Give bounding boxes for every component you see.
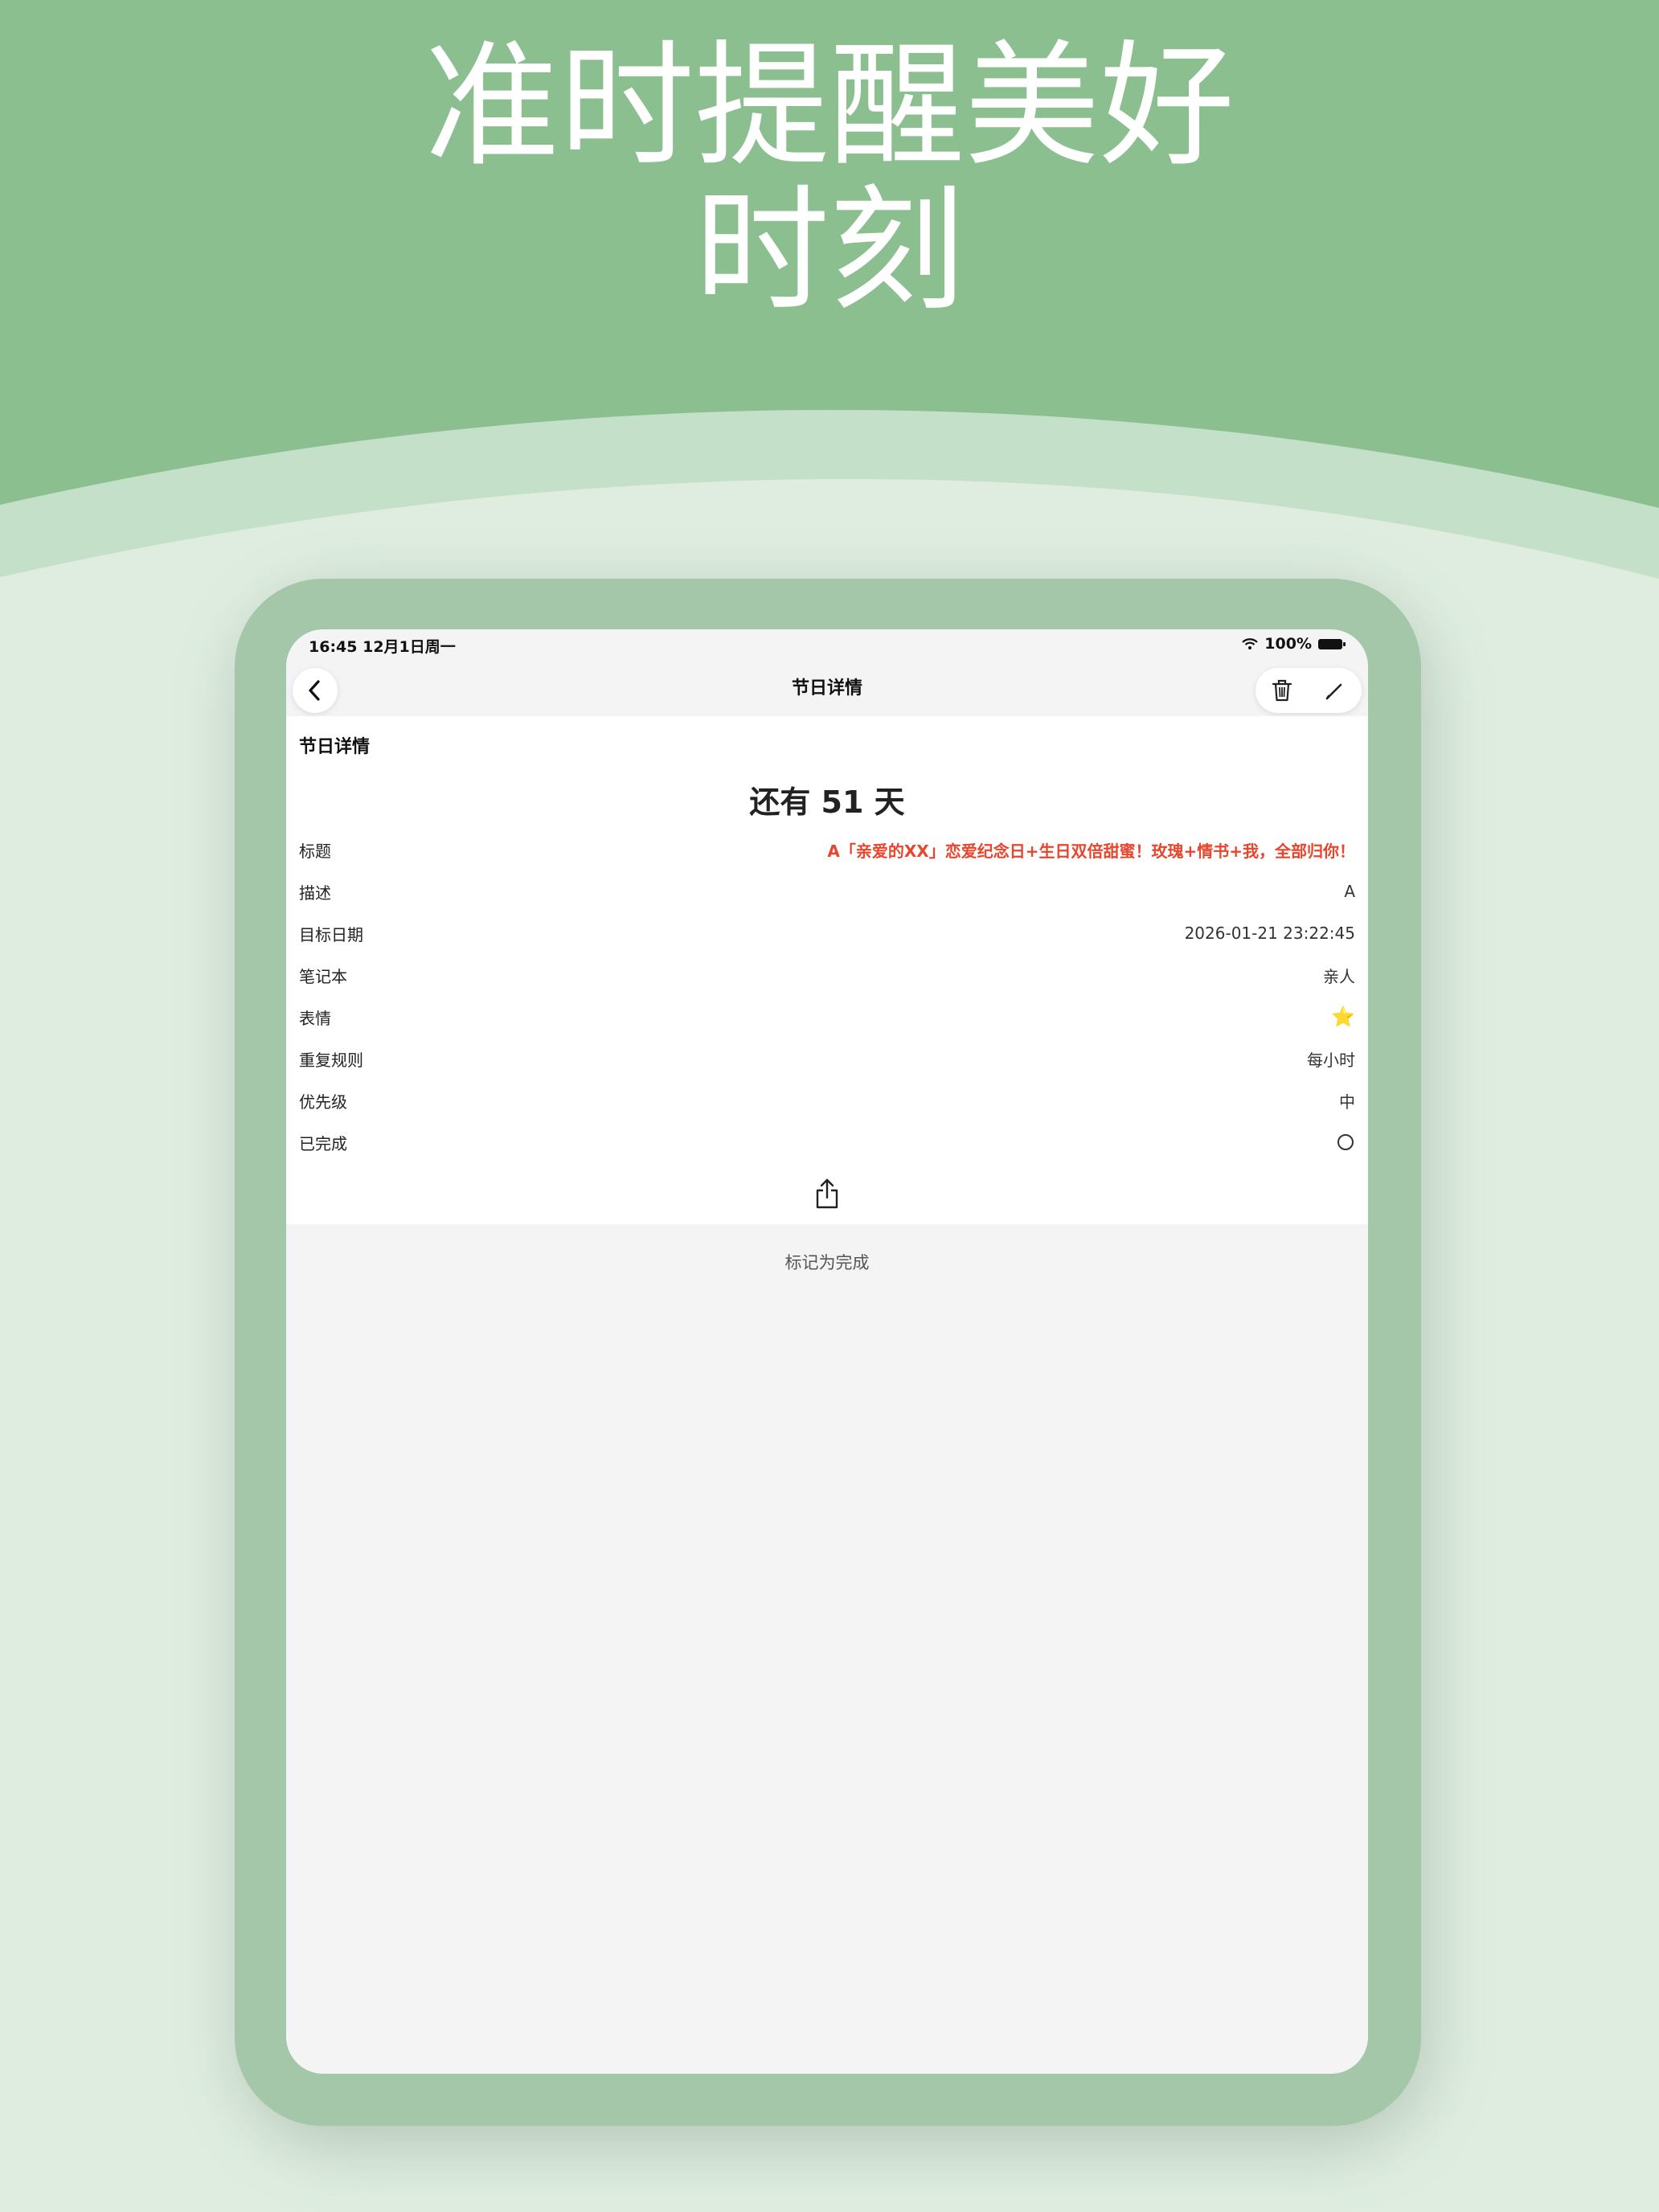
- row-value-target-date: 2026-01-21 23:22:45: [1184, 924, 1355, 943]
- headline: 准时提醒美好 时刻: [0, 34, 1659, 323]
- row-label: 笔记本: [299, 966, 347, 986]
- row-value-title: A「亲爱的XX」恋爱纪念日+生日双倍甜蜜！玫瑰+情书+我，全部归你！: [827, 841, 1355, 861]
- row-label: 标题: [299, 841, 331, 861]
- back-button[interactable]: [293, 668, 338, 713]
- share-icon[interactable]: [813, 1178, 841, 1210]
- countdown-text: 还有 51 天: [749, 784, 905, 820]
- row-label: 目标日期: [299, 924, 363, 944]
- pencil-icon: [1325, 683, 1342, 700]
- battery-icon: [1318, 638, 1346, 649]
- detail-rows: 标题 A「亲爱的XX」恋爱纪念日+生日双倍甜蜜！玫瑰+情书+我，全部归你！ 描述…: [299, 829, 1355, 1163]
- row-label: 已完成: [299, 1133, 347, 1153]
- edit-button[interactable]: [1315, 670, 1355, 711]
- detail-row-repeat-rule: 重复规则 每小时: [299, 1038, 1355, 1079]
- detail-card: 节日详情 还有 51 天 标题 A「亲爱的XX」恋爱纪念日+生日双倍甜蜜！玫瑰+…: [286, 716, 1368, 1224]
- nav-actions: [1256, 668, 1362, 713]
- star-icon: ⭐: [1331, 1006, 1355, 1028]
- mark-done-button[interactable]: 标记为完成: [286, 1250, 1368, 1274]
- chevron-left-icon: [309, 680, 320, 701]
- row-value-repeat-rule: 每小时: [1307, 1050, 1355, 1070]
- detail-row-notebook: 笔记本 亲人: [299, 954, 1355, 996]
- navigation-bar: 节日详情: [286, 660, 1368, 716]
- circle-icon[interactable]: [1336, 1133, 1355, 1152]
- detail-row-completed: 已完成: [299, 1121, 1355, 1163]
- status-bar: 16:45 12月1日周一 100%: [286, 629, 1368, 660]
- row-value-priority: 中: [1339, 1092, 1355, 1112]
- headline-line-2: 时刻: [694, 172, 965, 330]
- status-indicators: 100%: [1242, 635, 1346, 653]
- wifi-icon: [1242, 638, 1259, 649]
- tablet-screen: 16:45 12月1日周一 100% 节日详情 节日详情 还有 51 天 标题 …: [286, 629, 1368, 2074]
- share-area: [286, 1178, 1368, 1210]
- headline-line-1: 准时提醒美好: [424, 27, 1235, 185]
- row-value-notebook: 亲人: [1323, 966, 1355, 986]
- detail-row-description: 描述 A: [299, 870, 1355, 912]
- detail-row-title: 标题 A「亲爱的XX」恋爱纪念日+生日双倍甜蜜！玫瑰+情书+我，全部归你！: [299, 829, 1355, 870]
- battery-percent: 100%: [1264, 635, 1312, 653]
- delete-button[interactable]: [1262, 670, 1302, 711]
- detail-row-priority: 优先级 中: [299, 1079, 1355, 1121]
- row-value-description: A: [1344, 882, 1355, 901]
- status-time: 16:45 12月1日周一: [309, 638, 456, 656]
- detail-row-emoji: 表情 ⭐: [299, 996, 1355, 1038]
- section-title: 节日详情: [299, 737, 371, 757]
- row-label: 优先级: [299, 1092, 347, 1112]
- nav-title: 节日详情: [791, 678, 862, 698]
- row-label: 表情: [299, 1008, 331, 1028]
- detail-row-target-date: 目标日期 2026-01-21 23:22:45: [299, 912, 1355, 954]
- trash-icon: [1272, 679, 1292, 702]
- row-label: 重复规则: [299, 1050, 363, 1070]
- row-label: 描述: [299, 883, 331, 903]
